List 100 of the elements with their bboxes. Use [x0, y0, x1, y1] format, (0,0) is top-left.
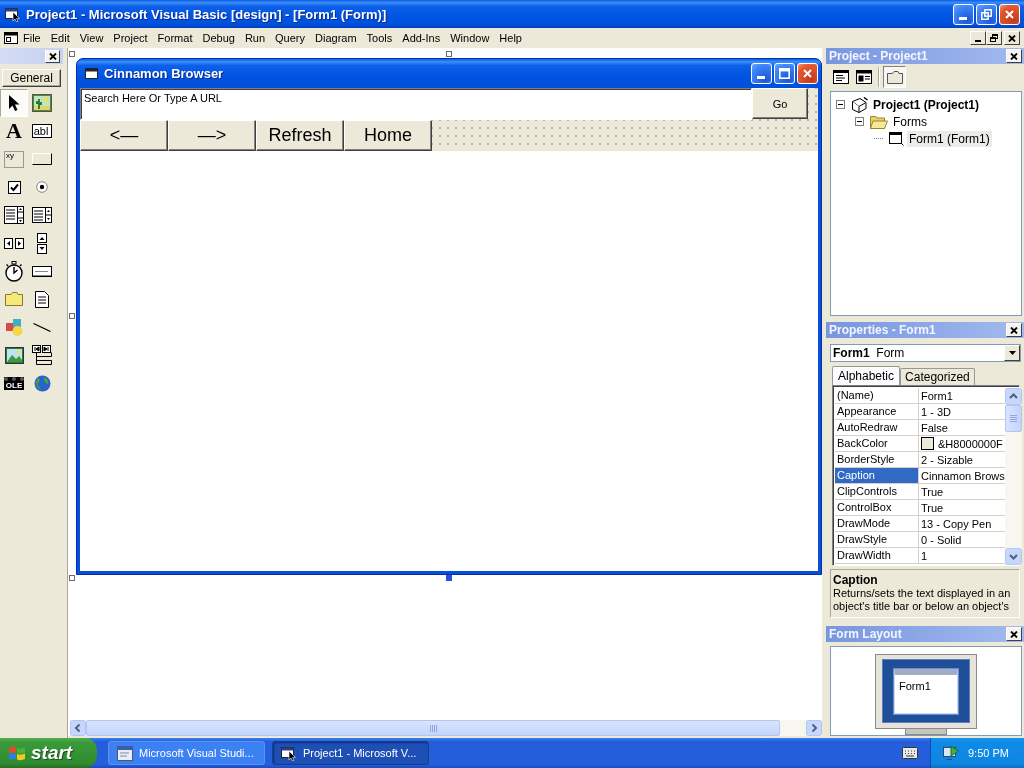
resize-handle[interactable] [446, 51, 452, 57]
property-value[interactable]: 13 - Copy Pen [921, 517, 992, 530]
menu-item[interactable]: View [74, 32, 109, 44]
nav-button[interactable]: Refresh [256, 120, 344, 151]
list-box-icon [32, 207, 52, 223]
window-icon [117, 745, 133, 761]
taskbar-button[interactable]: Microsoft Visual Studi... [108, 741, 265, 765]
property-name[interactable]: BackColor [835, 436, 919, 451]
close-icon [803, 69, 812, 78]
resize-handle[interactable] [446, 575, 452, 581]
property-value[interactable]: 0 - Solid [921, 533, 962, 546]
window-icon [85, 68, 98, 79]
property-value[interactable]: Form1 [921, 389, 953, 402]
nav-button[interactable]: —> [168, 120, 256, 151]
radio-button-icon [36, 181, 48, 193]
menu-item[interactable]: Edit [45, 32, 75, 44]
collapse-icon[interactable] [855, 117, 864, 126]
document-icon [35, 290, 49, 308]
resize-handle[interactable] [69, 575, 75, 581]
description-text: Returns/sets the text displayed in an object's title bar or below an object's [833, 587, 1012, 613]
scroll-thumb[interactable] [1004, 405, 1022, 432]
collapse-icon[interactable] [836, 100, 845, 109]
close-button[interactable] [45, 49, 60, 63]
menu-item[interactable]: Query [270, 32, 311, 44]
property-value[interactable]: &H8000000F [938, 437, 1003, 450]
menu-item[interactable]: Diagram [310, 32, 362, 44]
property-name[interactable]: Caption [835, 468, 919, 483]
scroll-down-icon[interactable] [1004, 548, 1022, 565]
property-value[interactable]: True [921, 501, 944, 514]
toolbar-button[interactable] [883, 66, 906, 88]
menu-item[interactable]: Add-Ins [397, 32, 446, 44]
tab[interactable]: Alphabetic [832, 366, 901, 385]
tool-button[interactable]: A [0, 117, 28, 145]
tab[interactable]: Categorized [900, 368, 975, 385]
property-name[interactable]: ClipControls [835, 484, 919, 499]
open-folder-icon [870, 114, 888, 129]
start-button[interactable]: start [0, 738, 97, 768]
go-button[interactable]: Go [752, 88, 808, 119]
property-name[interactable]: BorderStyle [835, 452, 919, 467]
scroll-left-icon[interactable] [70, 720, 86, 736]
scroll-right-icon[interactable] [806, 720, 822, 736]
menu-item[interactable]: Run [239, 32, 271, 44]
dropdown-button[interactable] [1004, 345, 1020, 361]
tool-button[interactable]: OLE [0, 369, 28, 397]
menu-item[interactable]: Tools [361, 32, 398, 44]
window-cursor-icon [281, 745, 297, 761]
property-value[interactable]: 1 - 3D [921, 405, 951, 418]
property-value[interactable]: False [921, 421, 948, 434]
address-field[interactable]: Search Here Or Type A URL [80, 88, 752, 120]
property-name[interactable]: DrawStyle [835, 532, 919, 547]
menu-item[interactable]: Help [494, 32, 527, 44]
resize-handle[interactable] [69, 51, 75, 57]
form-position-preview[interactable]: Form1 [894, 669, 958, 714]
nav-button[interactable]: <— [80, 120, 168, 151]
landscape-picture-icon [4, 346, 24, 364]
close-icon [1010, 326, 1018, 334]
nav-button[interactable]: Home [344, 120, 432, 151]
monitor-arrow-icon[interactable] [943, 745, 959, 761]
folder-icon [5, 292, 23, 306]
menu-item[interactable]: File [18, 32, 46, 44]
property-name[interactable]: Appearance [835, 404, 919, 419]
tool-button[interactable]: xy [0, 145, 28, 173]
tool-button[interactable] [0, 89, 28, 117]
resize-handle[interactable] [69, 313, 75, 319]
scroll-up-icon[interactable] [1004, 388, 1022, 405]
tree-item[interactable]: Forms [891, 113, 929, 130]
object-combo-box[interactable]: Form1 Form [830, 344, 1021, 362]
property-value[interactable]: 2 - Sizable [921, 453, 973, 466]
menu-item[interactable]: Debug [197, 32, 240, 44]
menu-item[interactable]: Project [108, 32, 153, 44]
property-name[interactable]: DrawWidth [835, 548, 919, 563]
menu-item[interactable]: Window [445, 32, 495, 44]
maximize-button[interactable] [774, 63, 795, 84]
taskbar-button[interactable]: Project1 - Microsoft V... [272, 741, 429, 765]
property-value[interactable]: Cinnamon Brows [921, 469, 1005, 482]
keyboard-icon[interactable] [902, 747, 918, 759]
form-title: Cinnamon Browser [104, 66, 224, 81]
maximize-icon [779, 68, 790, 79]
restore-button[interactable] [986, 31, 1002, 45]
menu-item[interactable]: Format [152, 32, 198, 44]
close-button[interactable] [1006, 49, 1022, 63]
minimize-button[interactable] [970, 31, 986, 45]
toolbox-tab[interactable]: General [2, 69, 61, 87]
panel-title: Project - Project1 [829, 49, 929, 63]
property-value[interactable]: True [921, 485, 944, 498]
property-name[interactable]: AutoRedraw [835, 420, 919, 435]
close-icon [1005, 9, 1014, 19]
close-button[interactable] [1006, 627, 1022, 641]
panel-title: Form Layout [829, 627, 903, 641]
tree-item[interactable]: Project1 (Project1) [871, 96, 982, 113]
property-name[interactable]: DrawMode [835, 516, 919, 531]
combo-box-icon [4, 206, 24, 224]
tree-item[interactable]: Form1 (Form1) [907, 130, 992, 147]
close-button[interactable] [1006, 323, 1022, 337]
window-icon [889, 131, 904, 146]
property-value[interactable]: 1 [921, 549, 928, 562]
property-name[interactable]: ControlBox [835, 500, 919, 515]
close-button[interactable] [1004, 31, 1020, 45]
tool-button[interactable]: abl [28, 117, 56, 145]
property-name[interactable]: (Name) [835, 388, 919, 403]
